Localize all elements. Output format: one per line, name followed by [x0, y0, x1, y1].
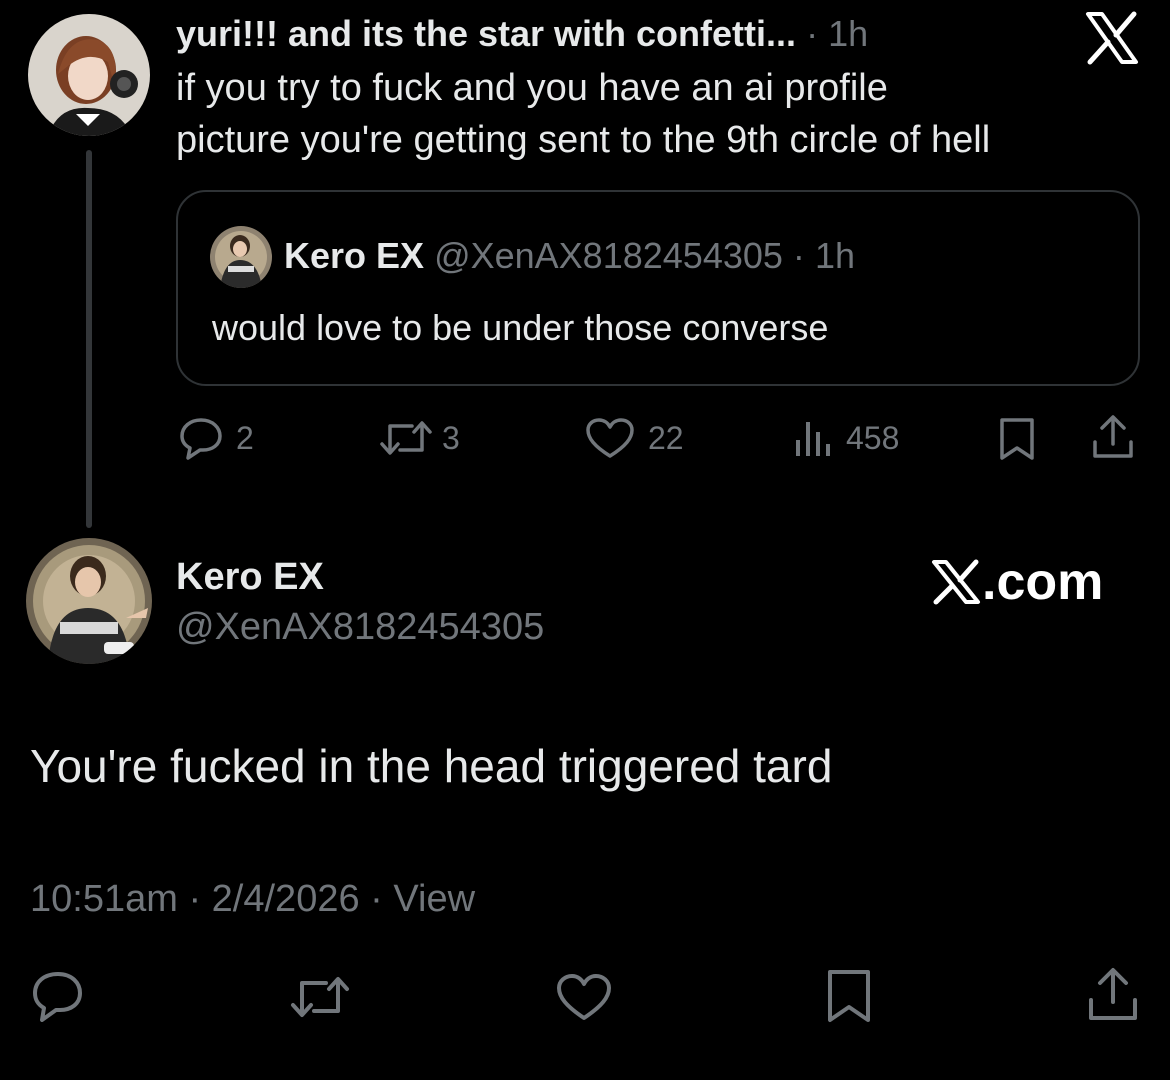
- reply-action[interactable]: 2: [178, 416, 254, 460]
- x-logo-icon: [932, 559, 980, 605]
- x-logo-icon: [1082, 8, 1142, 68]
- reply-handle[interactable]: @XenAX8182454305: [176, 604, 544, 650]
- quote-separator: ·: [792, 235, 805, 276]
- bookmark-action[interactable]: [996, 416, 1038, 462]
- reply-share-action[interactable]: [1086, 966, 1140, 1024]
- heart-icon: [586, 418, 634, 458]
- quote-tweet-card[interactable]: [176, 190, 1140, 386]
- view-link[interactable]: View: [393, 878, 475, 920]
- reply-metadata: 10:51am · 2/4/2026 · View: [30, 876, 475, 922]
- parent-tweet-text: if you try to fuck and you have an ai pr…: [176, 62, 1156, 166]
- share-action[interactable]: [1090, 414, 1136, 462]
- reply-avatar[interactable]: [26, 538, 152, 664]
- reply-display-name[interactable]: Kero EX: [176, 554, 324, 600]
- bookmark-icon: [1000, 418, 1034, 460]
- views-icon: [796, 422, 830, 456]
- reply-reply-action[interactable]: [30, 970, 86, 1022]
- quote-time: 1h: [814, 235, 855, 276]
- share-icon: [1093, 415, 1133, 458]
- reply-like-action[interactable]: [554, 972, 614, 1022]
- reply-icon: [33, 972, 82, 1022]
- meta-separator: ·: [188, 878, 212, 920]
- x-com-watermark: . com: [930, 552, 1103, 612]
- reply-icon: [180, 418, 222, 460]
- parent-text-line-2: picture you're getting sent to the 9th c…: [176, 119, 991, 161]
- bookmark-icon: [828, 970, 870, 1022]
- parent-separator: ·: [806, 13, 829, 54]
- quote-header: Kero EX @XenAX8182454305 · 1h: [284, 234, 855, 278]
- brand-dot: .: [982, 553, 997, 611]
- like-action[interactable]: 22: [584, 416, 684, 460]
- meta-separator: ·: [370, 878, 394, 920]
- repost-icon: [380, 421, 432, 455]
- repost-icon: [291, 977, 349, 1017]
- reply-bookmark-action[interactable]: [824, 968, 874, 1024]
- parent-avatar[interactable]: [28, 14, 150, 136]
- views-action[interactable]: 458: [794, 416, 899, 460]
- parent-text-line-1: if you try to fuck and you have an ai pr…: [176, 67, 888, 109]
- views-count: 458: [846, 419, 900, 456]
- share-icon: [1089, 968, 1137, 1020]
- reply-count: 2: [236, 419, 254, 456]
- reply-date: 2/4/2026: [211, 878, 360, 920]
- quote-avatar: [210, 226, 272, 288]
- heart-icon: [557, 974, 611, 1020]
- parent-time[interactable]: 1h: [828, 13, 868, 54]
- reply-timestamp: 10:51am: [30, 878, 178, 920]
- brand-suffix: com: [996, 553, 1104, 611]
- repost-action[interactable]: 3: [378, 416, 460, 460]
- like-count: 22: [648, 419, 684, 456]
- parent-header: yuri!!! and its the star with confetti..…: [176, 12, 1006, 56]
- quote-tweet-text: would love to be under those converse: [212, 307, 829, 348]
- quote-display-name: Kero EX: [284, 235, 425, 276]
- quote-handle: @XenAX8182454305: [434, 235, 783, 276]
- parent-display-name[interactable]: yuri!!! and its the star with confetti..…: [176, 13, 796, 54]
- thread-connector-line: [86, 150, 92, 528]
- reply-repost-action[interactable]: [288, 972, 352, 1022]
- reply-tweet-text: You're fucked in the head triggered tard: [30, 740, 833, 792]
- repost-count: 3: [442, 419, 460, 456]
